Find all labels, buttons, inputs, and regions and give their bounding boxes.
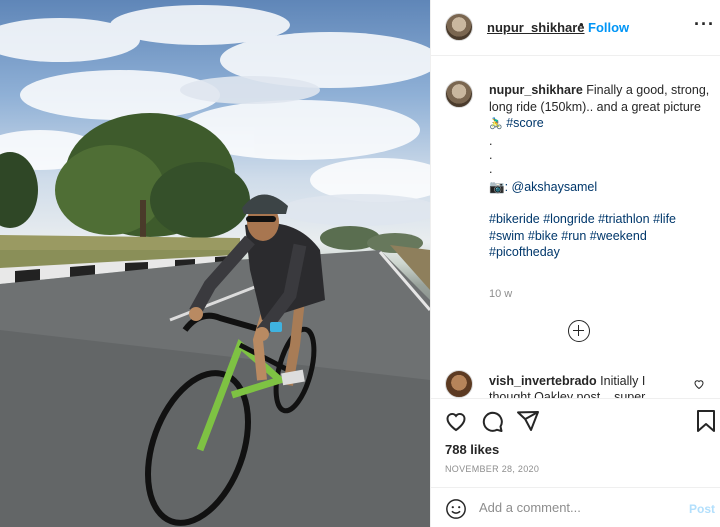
save-bookmark-icon[interactable] [695, 409, 717, 433]
comments-section: nupur_shikhare Finally a good, strong, l… [431, 56, 720, 398]
separator-dot: • [579, 17, 584, 32]
post-date[interactable]: NOVEMBER 28, 2020 [445, 464, 539, 474]
hashtag-list: #bikeride #longride #triathlon #life #sw… [489, 211, 713, 261]
hashtag[interactable]: #weekend [590, 229, 647, 243]
post-actions: 788 likes NOVEMBER 28, 2020 Post [431, 398, 720, 527]
caption-dot-3: . [489, 161, 493, 176]
bike-emoji-icon: 🚴‍♂️ [489, 118, 503, 130]
likes-count[interactable]: 788 likes [445, 442, 499, 457]
hashtag[interactable]: #bikeride [489, 212, 540, 226]
hashtag[interactable]: #run [561, 229, 586, 243]
hashtag[interactable]: #bike [528, 229, 558, 243]
hashtag[interactable]: #triathlon [598, 212, 649, 226]
like-comment-icon[interactable] [693, 378, 705, 390]
photo-credit: 📷: @akshaysamel [489, 179, 713, 196]
caption-avatar[interactable] [445, 80, 473, 108]
comment-text: vish_invertebrado Initially I thought Oa… [489, 373, 689, 398]
author-username[interactable]: nupur_shikhare [487, 20, 585, 35]
add-comment-bar: Post [431, 487, 720, 527]
post-photo[interactable] [0, 0, 430, 527]
caption-dot-1: . [489, 133, 493, 148]
load-more-comments-icon[interactable] [568, 320, 590, 342]
hashtag[interactable]: #life [653, 212, 676, 226]
caption-text: nupur_shikhare Finally a good, strong, l… [489, 82, 713, 261]
follow-button[interactable]: Follow [588, 20, 629, 35]
hashtag[interactable]: #swim [489, 229, 524, 243]
caption-dot-2: . [489, 147, 493, 162]
more-options-icon[interactable]: ··· [694, 14, 715, 35]
camera-emoji-icon: 📷 [489, 179, 505, 194]
caption-time[interactable]: 10 w [489, 288, 512, 300]
comment-input[interactable] [479, 500, 659, 515]
hashtag-score[interactable]: #score [506, 116, 544, 130]
share-paper-plane-icon[interactable] [516, 409, 540, 433]
like-heart-icon[interactable] [444, 409, 468, 433]
post-comment-button[interactable]: Post [689, 502, 715, 516]
post-header: nupur_shikhare • Follow ··· [431, 0, 720, 56]
credit-mention[interactable]: : @akshaysamel [505, 180, 598, 194]
cyclist-scene [0, 5, 430, 527]
caption-username[interactable]: nupur_shikhare [489, 83, 583, 97]
hashtag[interactable]: #longride [543, 212, 594, 226]
hashtag[interactable]: #picoftheday [489, 245, 560, 259]
author-avatar[interactable] [445, 13, 473, 41]
emoji-smiley-icon[interactable] [445, 498, 467, 520]
commenter-avatar[interactable] [445, 370, 473, 398]
comment-bubble-icon[interactable] [480, 409, 504, 433]
commenter-username[interactable]: vish_invertebrado [489, 374, 597, 388]
post-side-panel: nupur_shikhare • Follow ··· nupur_shikha… [430, 0, 720, 527]
